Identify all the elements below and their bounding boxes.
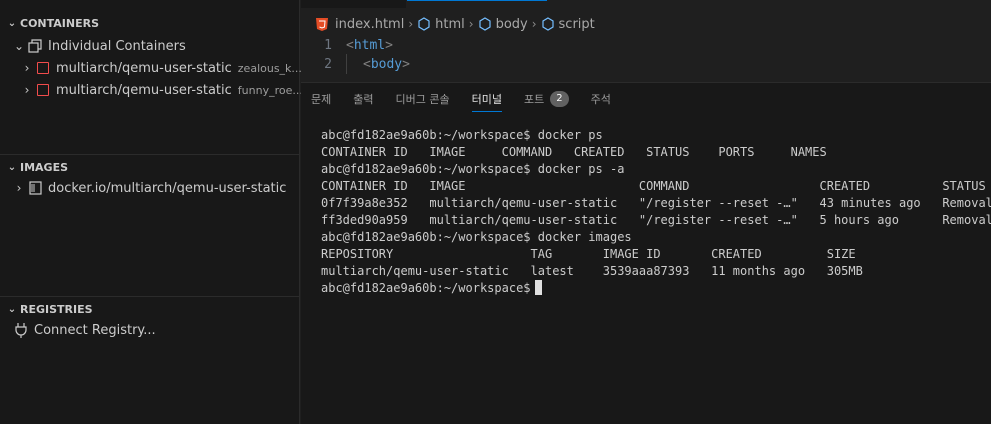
chevron-right-icon: › <box>16 181 22 195</box>
tab-output[interactable]: 출력 <box>353 83 373 115</box>
terminal-line: multiarch/qemu-user-static latest 3539aa… <box>321 264 863 278</box>
code-line[interactable]: 1 < html > <box>301 35 393 55</box>
registries-header-label: REGISTRIES <box>20 302 93 316</box>
container-name: multiarch/qemu-user-static <box>56 82 232 98</box>
docker-explorer-sidebar: ⌄ CONTAINERS ⌄ Individual Containers › m… <box>0 0 303 424</box>
image-name: docker.io/multiarch/qemu-user-static <box>48 180 287 196</box>
tab-label: 주석 <box>590 93 611 106</box>
group-label: Individual Containers <box>48 38 186 54</box>
terminal-line: CONTAINER ID IMAGE COMMAND CREATED STATU… <box>321 145 827 159</box>
breadcrumb-file-label: index.html <box>335 16 405 32</box>
chevron-down-icon: ⌄ <box>7 17 17 29</box>
containers-section-header[interactable]: ⌄ CONTAINERS <box>0 12 300 34</box>
container-desc: funny_roe... <box>237 83 303 97</box>
terminal-line: abc@fd182ae9a60b:~/workspace$ docker ps <box>321 128 603 142</box>
tab-problems[interactable]: 문제 <box>311 83 331 115</box>
chevron-down-icon: ⌄ <box>13 39 25 53</box>
images-section-header[interactable]: ⌄ IMAGES <box>0 156 300 178</box>
editor-area: index.html › html › body › script 1 < htm… <box>301 0 991 82</box>
stopped-container-icon <box>34 82 52 98</box>
terminal-line: abc@fd182ae9a60b:~/workspace$ docker ima… <box>321 230 632 244</box>
ports-count-badge: 2 <box>550 91 569 107</box>
tab-comments[interactable]: 주석 <box>591 83 611 115</box>
editor-tab-active[interactable] <box>407 0 547 9</box>
chevron-right-icon: › <box>24 83 30 97</box>
tab-debug-console[interactable]: 디버그 콘솔 <box>396 83 450 115</box>
images-header-label: IMAGES <box>20 160 69 174</box>
chevron-down-icon: ⌄ <box>7 303 17 315</box>
code-line[interactable]: 2 < body > <box>301 54 410 74</box>
symbol-element-icon <box>418 17 430 31</box>
breadcrumb-html-label: html <box>435 16 465 32</box>
tab-label: 터미널 <box>471 93 502 106</box>
breadcrumb-body[interactable]: body <box>478 17 528 32</box>
breadcrumb-file[interactable]: index.html <box>315 17 404 32</box>
terminal-line: 0f7f39a8e352 multiarch/qemu-user-static … <box>321 196 991 210</box>
panel-tabs: 문제 출력 디버그 콘솔 터미널 포트 2 주석 <box>311 83 633 115</box>
bottom-panel: 문제 출력 디버그 콘솔 터미널 포트 2 주석 abc@fd182ae9a60b… <box>301 82 991 424</box>
code-tag: html <box>353 37 386 53</box>
chevron-down-icon: ⌄ <box>7 161 17 173</box>
chevron-right-icon: › <box>24 61 30 75</box>
terminal-line: CONTAINER ID IMAGE COMMAND CREATED STATU… <box>321 179 986 193</box>
symbol-element-icon <box>541 17 554 31</box>
tab-label: 출력 <box>353 93 374 106</box>
terminal-line: abc@fd182ae9a60b:~/workspace$ docker ps … <box>321 162 625 176</box>
chevron-right-icon: › <box>531 17 537 31</box>
tab-label: 문제 <box>311 93 332 106</box>
container-item[interactable]: › multiarch/qemu-user-static funny_roe..… <box>0 79 319 101</box>
section-divider <box>0 154 299 155</box>
terminal-line: REPOSITORY TAG IMAGE ID CREATED SIZE <box>321 247 856 261</box>
breadcrumb-html[interactable]: html <box>417 17 465 32</box>
html-file-icon <box>316 18 328 31</box>
connect-registry-label: Connect Registry... <box>34 322 156 338</box>
group-icon <box>26 38 44 54</box>
tab-ports[interactable]: 포트 2 <box>524 83 569 115</box>
plug-icon <box>12 322 30 338</box>
chevron-right-icon: › <box>408 17 414 31</box>
breadcrumb-script-label: script <box>558 16 595 32</box>
line-number: 1 <box>324 37 332 53</box>
terminal-prompt: abc@fd182ae9a60b:~/workspace$ <box>321 281 531 295</box>
tab-label: 포트 <box>523 93 545 106</box>
terminal-output[interactable]: abc@fd182ae9a60b:~/workspace$ docker ps … <box>321 127 991 417</box>
code-tag: body <box>370 56 403 72</box>
connect-registry-item[interactable]: Connect Registry... <box>0 319 311 341</box>
image-repo-icon <box>26 180 44 196</box>
tab-terminal[interactable]: 터미널 <box>471 83 503 115</box>
tab-label: 디버그 콘솔 <box>395 93 450 106</box>
line-number: 2 <box>324 56 332 72</box>
terminal-cursor <box>534 280 542 295</box>
container-desc: zealous_k... <box>237 61 302 75</box>
chevron-right-icon: › <box>468 17 474 31</box>
container-name: multiarch/qemu-user-static <box>56 60 232 76</box>
image-item[interactable]: › docker.io/multiarch/qemu-user-static <box>0 177 311 199</box>
terminal-line: ff3ded90a959 multiarch/qemu-user-static … <box>321 213 991 227</box>
breadcrumb-body-label: body <box>495 16 528 32</box>
containers-header-label: CONTAINERS <box>20 16 99 30</box>
stopped-container-icon <box>34 60 52 76</box>
container-item[interactable]: › multiarch/qemu-user-static zealous_k..… <box>0 57 319 79</box>
editor-tab[interactable] <box>301 0 406 8</box>
registries-section-header[interactable]: ⌄ REGISTRIES <box>0 298 300 320</box>
section-divider <box>0 296 299 297</box>
terminal-prompt-line[interactable]: abc@fd182ae9a60b:~/workspace$ <box>321 280 991 297</box>
individual-containers-group[interactable]: ⌄ Individual Containers <box>0 35 311 57</box>
breadcrumb-script[interactable]: script <box>541 17 595 32</box>
breadcrumb: index.html › html › body › script <box>315 13 595 35</box>
symbol-element-icon <box>478 17 491 31</box>
